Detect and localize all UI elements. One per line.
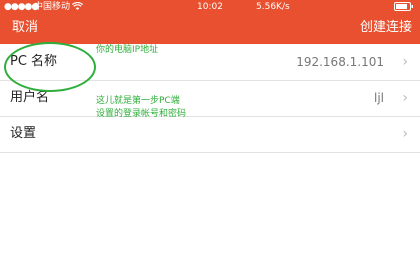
- network-speed: 5.56K/s: [256, 2, 290, 12]
- username-value[interactable]: ljl: [374, 80, 384, 116]
- cancel-button[interactable]: 取消: [12, 16, 38, 40]
- pc-name-value[interactable]: 192.168.1.101: [296, 44, 384, 80]
- chevron-right-icon: ›: [402, 126, 408, 142]
- create-connection-button[interactable]: 创建连接: [360, 16, 412, 40]
- chevron-right-icon: ›: [402, 54, 408, 70]
- chevron-right-icon: ›: [402, 90, 408, 106]
- annotation-circle: [4, 42, 96, 92]
- nav-bar: 取消 创建连接: [0, 16, 420, 40]
- settings-label: 设置: [10, 126, 37, 141]
- status-time: 10:02: [197, 2, 223, 12]
- settings-row[interactable]: 设置 ›: [0, 116, 420, 153]
- annotation-ip-note: 你的电脑IP地址: [96, 45, 159, 55]
- status-bar: ●●●●● 中国移动 10:02 5.56K/s: [0, 0, 420, 14]
- annotation-user-note-line2: 设置的登录帐号和密码: [96, 109, 187, 119]
- battery-icon: [394, 0, 414, 14]
- top-bar: ●●●●● 中国移动 10:02 5.56K/s 取消 创建连接: [0, 0, 420, 44]
- annotation-user-note-line1: 这儿就是第一步PC端: [96, 96, 180, 106]
